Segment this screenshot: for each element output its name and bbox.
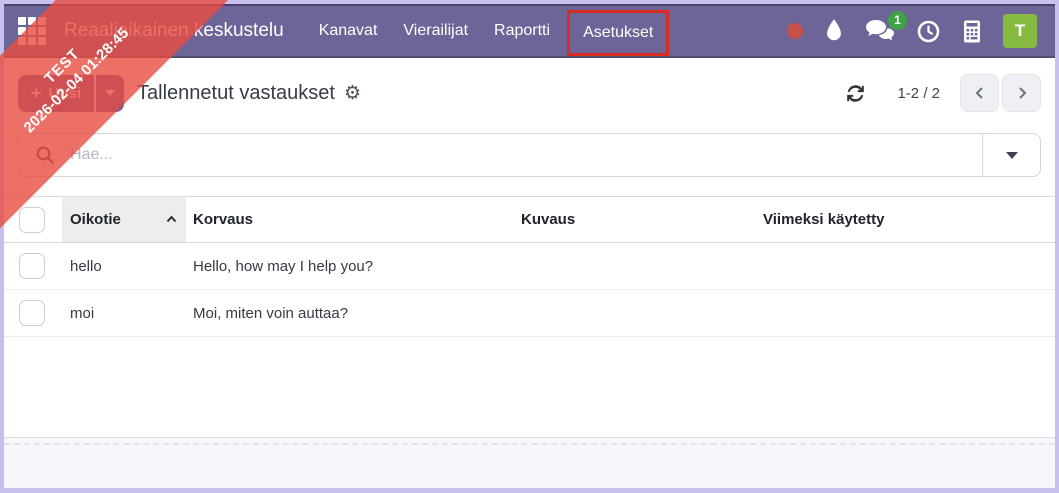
new-button-dropdown-toggle[interactable] [94,74,125,112]
column-header-korvaus[interactable]: Korvaus [186,197,514,242]
cell-last-used [756,243,1055,289]
menu-item-kanavat[interactable]: Kanavat [306,6,391,56]
apps-grid-icon[interactable] [18,17,46,45]
cell-substitution: Hello, how may I help you? [193,257,374,275]
search-filter-toggle[interactable] [982,134,1040,176]
cell-description [514,243,756,289]
row-checkbox[interactable] [19,253,45,279]
footer-strip [4,437,1055,488]
column-header-viimeksi-kaytetty[interactable]: Viimeksi käytetty [756,197,1055,242]
cell-description [514,290,756,336]
new-button-label: Uusi [48,84,82,102]
menu-item-raportti[interactable]: Raportti [481,6,563,56]
column-header-kuvaus[interactable]: Kuvaus [514,197,756,242]
new-record-dashed-line [4,443,1055,445]
row-checkbox[interactable] [19,300,45,326]
cell-substitution: Moi, miten voin auttaa? [193,304,349,322]
chevron-left-icon [975,87,983,99]
list-empty-area [4,337,1055,437]
caret-down-icon [105,90,116,96]
systray: 1 T [787,10,1045,48]
search-input[interactable] [70,134,982,176]
plus-icon: + [31,83,42,103]
page-title: Tallennetut vastaukset [137,81,335,104]
app-name[interactable]: Reaaliaikainen keskustelu [64,20,284,42]
new-button[interactable]: + Uusi [18,74,95,112]
cell-shortcut: moi [70,304,95,322]
pager-next-button[interactable] [1002,74,1041,112]
messages-icon[interactable]: 1 [865,10,907,44]
main-menu: Kanavat Vierailijat Raportti Asetukset [306,6,670,56]
pager: 1-2 / 2 [846,74,1041,112]
new-button-group: + Uusi [18,74,125,112]
menu-item-asetukset[interactable]: Asetukset [567,10,670,56]
column-header-oikotie[interactable]: Oikotie [62,197,186,242]
pager-range: 1-2 / 2 [897,84,940,102]
cell-last-used [756,290,1055,336]
search-bar [18,133,1041,177]
app-window: Reaaliaikainen keskustelu Kanavat Vierai… [0,0,1059,493]
calculator-icon[interactable] [962,19,982,44]
search-icon [35,145,55,165]
control-bar: + Uusi Tallennetut vastaukset ⚙ 1-2 / 2 [4,58,1055,128]
sort-asc-icon [166,215,177,223]
drop-icon[interactable] [824,18,844,44]
refresh-icon[interactable] [846,84,865,103]
table-header-row: Oikotie Korvaus Kuvaus Viimeksi käytetty [4,196,1055,243]
table-row[interactable]: moi Moi, miten voin auttaa? [4,290,1055,337]
top-navbar: Reaaliaikainen keskustelu Kanavat Vierai… [4,4,1055,58]
table-row[interactable]: hello Hello, how may I help you? [4,243,1055,290]
activity-clock-icon[interactable] [916,19,941,44]
message-count-badge: 1 [888,10,907,30]
gear-icon[interactable]: ⚙ [344,82,361,104]
chevron-right-icon [1018,87,1026,99]
menu-item-vierailijat[interactable]: Vierailijat [390,6,481,56]
cell-shortcut: hello [70,257,102,275]
filter-caret-icon [1005,151,1018,159]
user-avatar[interactable]: T [1003,14,1037,48]
select-all-checkbox[interactable] [19,206,45,233]
pager-previous-button[interactable] [960,74,999,112]
record-indicator-icon[interactable] [787,23,803,39]
